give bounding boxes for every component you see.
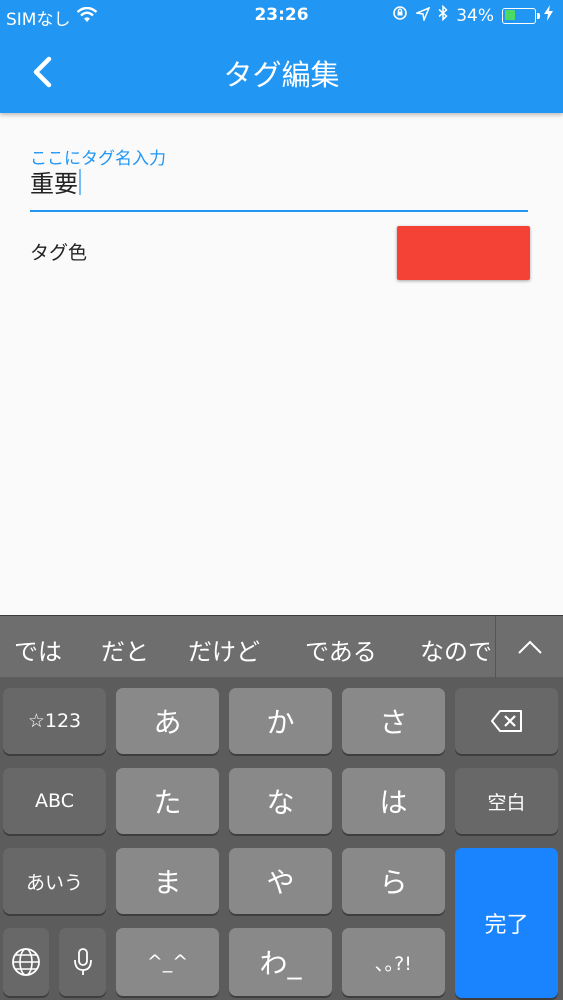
chevron-up-icon — [517, 640, 542, 654]
abc-mode-key[interactable]: ABC — [3, 768, 106, 834]
key-wa[interactable]: わ_ — [229, 928, 332, 996]
battery-percent: 34% — [456, 5, 494, 26]
battery-fill — [504, 10, 515, 20]
emoticon-key[interactable]: ^_^ — [116, 928, 219, 996]
key-ka[interactable]: か — [229, 688, 332, 754]
tag-color-row: タグ色 — [30, 226, 530, 280]
tag-color-label: タグ色 — [30, 242, 88, 264]
field-underline — [30, 209, 528, 212]
candidate[interactable]: である — [305, 632, 377, 667]
bluetooth-icon — [438, 4, 448, 26]
orientation-lock-icon — [392, 5, 408, 26]
text-cursor — [79, 168, 81, 195]
dictation-key[interactable] — [59, 928, 106, 996]
punctuation-key[interactable]: ､｡?! — [342, 928, 445, 996]
key-a[interactable]: あ — [116, 688, 219, 754]
space-key[interactable]: 空白 — [455, 768, 558, 834]
expand-candidates-button[interactable] — [495, 616, 563, 678]
key-na[interactable]: な — [229, 768, 332, 834]
candidate[interactable]: だけど — [188, 632, 260, 667]
key-ma[interactable]: ま — [116, 848, 219, 914]
microphone-icon — [73, 948, 92, 975]
tag-color-swatch[interactable] — [397, 226, 530, 280]
candidate[interactable]: なので — [420, 632, 495, 667]
backspace-icon — [490, 710, 522, 732]
tag-name-field[interactable]: ここにタグ名入力 重要 — [30, 140, 528, 212]
key-ta[interactable]: た — [116, 768, 219, 834]
status-bar: SIMなし 23:26 34% — [0, 0, 563, 30]
key-ha[interactable]: は — [342, 768, 445, 834]
globe-icon — [12, 948, 40, 976]
delete-key[interactable] — [455, 688, 558, 754]
prediction-bar: では だと だけど である なので — [0, 615, 563, 678]
key-sa[interactable]: さ — [342, 688, 445, 754]
kana-mode-key[interactable]: あいう — [3, 848, 106, 914]
candidate[interactable]: だと — [101, 632, 149, 667]
done-key[interactable]: 完了 — [455, 848, 558, 998]
globe-key[interactable] — [3, 928, 49, 996]
key-ya[interactable]: や — [229, 848, 332, 914]
page-title: タグ編集 — [223, 58, 340, 92]
numbers-mode-key[interactable]: ☆123 — [3, 688, 106, 754]
key-ra[interactable]: ら — [342, 848, 445, 914]
candidate[interactable]: では — [14, 632, 62, 667]
tag-name-input[interactable]: 重要 — [30, 164, 78, 199]
charging-icon — [544, 5, 553, 26]
battery-icon — [502, 7, 540, 24]
location-icon — [414, 6, 431, 26]
keyboard: では だと だけど である なので ☆123 あ か さ ABC た な は 空… — [0, 615, 563, 1000]
app-bar: SIMなし 23:26 34% タグ編集 — [0, 0, 563, 113]
